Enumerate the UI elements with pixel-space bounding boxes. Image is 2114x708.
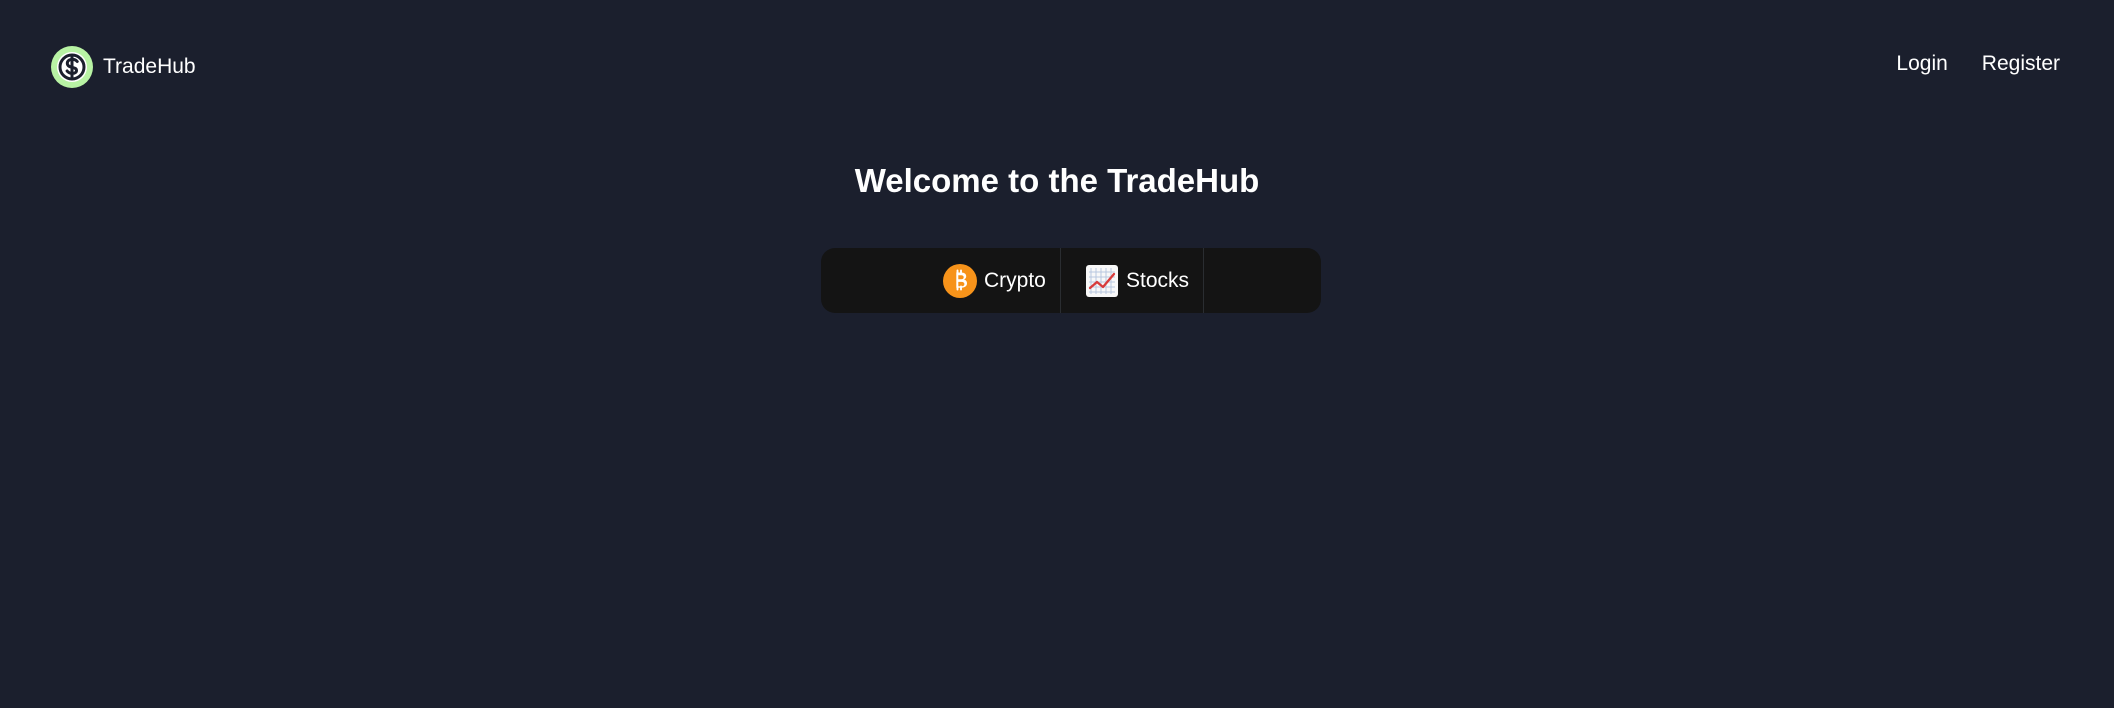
bitcoin-icon	[943, 263, 977, 298]
crypto-market-tab[interactable]: Crypto	[943, 248, 1046, 313]
stocks-market-label: Stocks	[1126, 268, 1190, 292]
market-divider	[1203, 248, 1204, 313]
crypto-market-label: Crypto	[984, 268, 1046, 292]
brand-link[interactable]: TradeHub	[50, 45, 196, 89]
account-navigation: Login Register	[1896, 52, 2060, 76]
dollar-coin-icon	[51, 46, 93, 88]
login-link[interactable]: Login	[1896, 52, 1947, 76]
register-link[interactable]: Register	[1982, 52, 2060, 76]
market-divider	[1060, 248, 1061, 313]
page-title: Welcome to the TradeHub	[854, 162, 1260, 199]
stock-chart-icon	[1086, 264, 1118, 297]
top-header: TradeHub Login Register	[0, 0, 2114, 134]
market-selector: Crypto Stocks	[821, 248, 1321, 313]
stocks-market-tab[interactable]: Stocks	[1085, 248, 1189, 313]
brand-name: TradeHub	[103, 55, 196, 78]
